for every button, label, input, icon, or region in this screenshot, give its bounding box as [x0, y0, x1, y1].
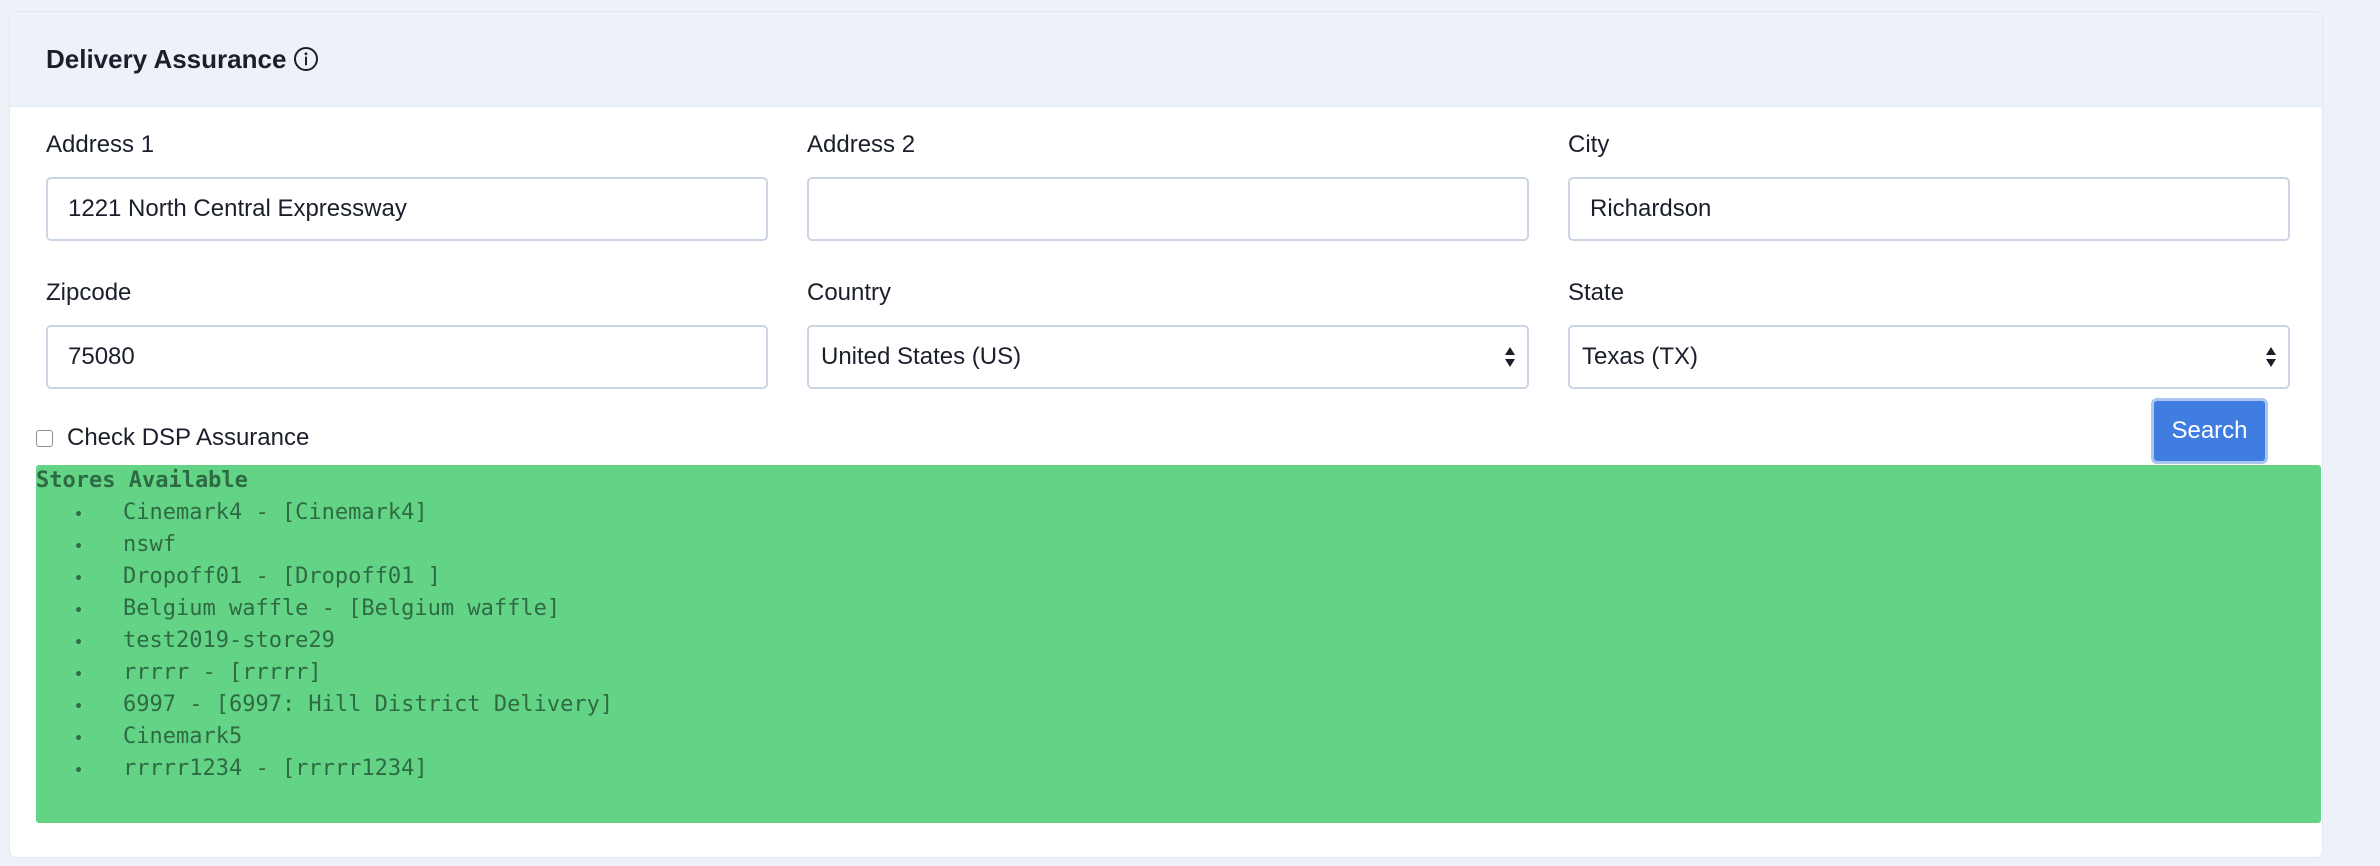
country-selected-value: United States (US)	[821, 343, 1022, 370]
bullet-icon	[76, 734, 81, 740]
list-item: rrrrr - [rrrrr]	[36, 657, 2321, 689]
state-select[interactable]: Texas (TX)	[1568, 325, 2290, 389]
state-group: State Texas (TX)	[1568, 279, 2290, 389]
bullet-icon	[76, 702, 81, 708]
store-name: nswf	[123, 532, 176, 557]
state-label: State	[1568, 279, 1625, 306]
list-item: Dropoff01 - [Dropoff01 ]	[36, 561, 2321, 593]
list-item: Belgium waffle - [Belgium waffle]	[36, 593, 2321, 625]
address2-label: Address 2	[807, 131, 916, 158]
list-item: nswf	[36, 529, 2321, 561]
select-arrows-icon	[2264, 344, 2278, 370]
country-select[interactable]: United States (US)	[807, 325, 1529, 389]
stores-heading: Stores Available	[36, 468, 248, 493]
card-header: Delivery Assurance	[10, 12, 2322, 107]
city-input[interactable]	[1568, 177, 2290, 241]
dsp-assurance-label[interactable]: Check DSP Assurance	[67, 424, 309, 452]
zipcode-group: Zipcode	[46, 279, 768, 389]
bullet-icon	[76, 510, 81, 516]
bullet-icon	[76, 606, 81, 612]
city-label: City	[1568, 131, 1610, 158]
dsp-assurance-checkbox[interactable]	[36, 429, 53, 447]
bullet-icon	[76, 574, 81, 580]
zipcode-label: Zipcode	[46, 279, 132, 306]
address2-group: Address 2	[807, 131, 1529, 241]
bullet-icon	[76, 766, 81, 772]
store-name: Cinemark5	[123, 724, 243, 749]
search-button[interactable]: Search	[2151, 398, 2268, 464]
store-name: 6997 - [6997: Hill District Delivery]	[123, 692, 614, 717]
address1-group: Address 1	[46, 131, 768, 241]
bullet-icon	[76, 670, 81, 676]
list-item: Cinemark4 - [Cinemark4]	[36, 497, 2321, 529]
dsp-assurance-row: Check DSP Assurance	[36, 424, 309, 452]
store-name: Dropoff01 - [Dropoff01 ]	[123, 564, 441, 589]
store-name: Cinemark4 - [Cinemark4]	[123, 500, 428, 525]
list-item: rrrrr1234 - [rrrrr1234]	[36, 753, 2321, 785]
bullet-icon	[76, 542, 81, 548]
list-item: 6997 - [6997: Hill District Delivery]	[36, 689, 2321, 721]
stores-list: Cinemark4 - [Cinemark4] nswf Dropoff01 -…	[36, 497, 2321, 785]
bullet-icon	[76, 638, 81, 644]
zipcode-input[interactable]	[46, 325, 768, 389]
country-label: Country	[807, 279, 892, 306]
store-name: rrrrr1234 - [rrrrr1234]	[123, 756, 428, 781]
city-group: City	[1568, 131, 2290, 241]
state-selected-value: Texas (TX)	[1582, 343, 1699, 370]
country-group: Country United States (US)	[807, 279, 1529, 389]
stores-result-panel: Stores Available Cinemark4 - [Cinemark4]…	[36, 465, 2321, 823]
address1-input[interactable]	[46, 177, 768, 241]
address2-input[interactable]	[807, 177, 1529, 241]
store-name: test2019-store29	[123, 628, 335, 653]
select-arrows-icon	[1503, 344, 1517, 370]
store-name: rrrrr - [rrrrr]	[123, 660, 322, 685]
address1-label: Address 1	[46, 131, 155, 158]
page-title: Delivery Assurance	[46, 43, 287, 74]
list-item: test2019-store29	[36, 625, 2321, 657]
info-circle-icon[interactable]	[293, 46, 319, 72]
list-item: Cinemark5	[36, 721, 2321, 753]
store-name: Belgium waffle - [Belgium waffle]	[123, 596, 561, 621]
